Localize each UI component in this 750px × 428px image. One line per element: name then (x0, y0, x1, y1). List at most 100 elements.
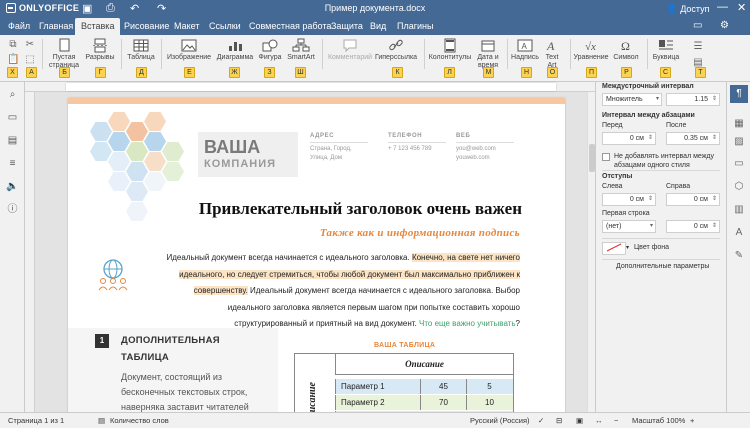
chat-icon[interactable]: ▤ (6, 134, 19, 147)
tab-home[interactable]: Главная (33, 18, 79, 35)
fit-page-icon[interactable]: ▣ (576, 416, 583, 425)
paragraph-text: ? (515, 319, 520, 328)
spacing-after-input[interactable]: 0.35 см ⇕ (666, 132, 720, 145)
fit-width-icon[interactable]: ↔ (595, 416, 603, 425)
paragraph-settings-icon[interactable]: ¶ (730, 85, 748, 103)
minimize-icon[interactable]: — (717, 1, 728, 13)
textbox-label: Надпись (511, 54, 539, 61)
chart-settings-icon[interactable]: ▥ (730, 201, 748, 219)
menu-bar: Файл Главная Вставка Рисование Макет Ссы… (0, 18, 750, 35)
image-settings-icon[interactable]: ▨ (730, 133, 748, 151)
tab-references[interactable]: Ссылки (203, 18, 247, 35)
document-canvas[interactable]: ВАША КОМПАНИЯ АДРЕС Страна, Город, Улица… (35, 92, 595, 412)
shape-button[interactable]: Фигура (256, 38, 284, 62)
hint-badge: Г (95, 67, 106, 78)
vertical-scrollbar[interactable] (587, 92, 595, 412)
cut-icon[interactable]: ✂ (24, 39, 36, 51)
search-icon[interactable]: ⌕ (6, 88, 19, 101)
blank-page-button[interactable]: Пустая страница (47, 38, 81, 70)
svg-text:A: A (522, 42, 528, 51)
dropcap-label: Буквица (652, 54, 680, 61)
copy-icon[interactable]: ⧉ (7, 39, 19, 51)
textart-settings-icon[interactable]: A (730, 224, 748, 242)
smartart-button[interactable]: SmartArt (286, 38, 316, 62)
phone-value: + 7 123 456 789 (388, 146, 432, 152)
table-button[interactable]: Таблица (126, 38, 156, 62)
vertical-ruler[interactable] (25, 92, 35, 412)
tab-collaboration[interactable]: Совместная работа (243, 18, 337, 35)
track-changes-icon[interactable]: ⊟ (556, 416, 562, 425)
settings-icon[interactable]: ⚙ (720, 20, 729, 31)
navigation-icon[interactable]: ≡ (6, 157, 19, 170)
hyperlink-button[interactable]: Гиперссылка (373, 38, 419, 62)
table-row[interactable]: Параметр 2 70 10 (335, 395, 513, 410)
right-indent-label: Справа (666, 183, 691, 190)
symbol-button[interactable]: Ω Символ (611, 38, 641, 62)
textart-button[interactable]: A Text Art (541, 38, 563, 70)
tab-layout[interactable]: Макет (168, 18, 205, 35)
data-table[interactable]: Описание Описание Параметр 1 45 5 Параме… (294, 353, 514, 412)
left-indent-label: Слева (602, 183, 623, 190)
header-footer-settings-icon[interactable]: ▭ (730, 155, 748, 173)
share-button[interactable]: 👤 Доступ (666, 3, 710, 14)
word-count-icon[interactable]: ▤ (98, 416, 105, 425)
table-row[interactable]: Параметр 1 45 5 (335, 379, 513, 394)
language-select[interactable]: Русский (Россия) (470, 416, 530, 425)
breaks-label: Разрывы (85, 54, 115, 61)
spacing-before-input[interactable]: 0 см ⇕ (602, 132, 656, 145)
indents-heading: Отступы (602, 173, 633, 180)
tab-view[interactable]: Вид (364, 18, 392, 35)
first-line-select[interactable]: (нет) ▾ (602, 220, 656, 233)
table-title: ВАША ТАБЛИЦА (374, 342, 436, 349)
chevron-down-icon[interactable]: ▾ (626, 244, 629, 251)
tab-file[interactable]: Файл (2, 18, 36, 35)
comment-icon (343, 39, 357, 53)
speaker-icon[interactable]: 🔈 (6, 180, 19, 193)
datetime-button[interactable]: Дата и время (474, 38, 502, 70)
zoom-out-icon[interactable]: − (614, 416, 618, 425)
web-block: ВЕБ you@web.com youweb.com (456, 132, 514, 163)
spellcheck-icon[interactable]: ✓ (538, 416, 544, 425)
zoom-in-icon[interactable]: + (690, 416, 694, 425)
page-counter[interactable]: Страница 1 из 1 (8, 416, 64, 425)
tab-draw[interactable]: Рисование (118, 18, 175, 35)
company-header: ВАША КОМПАНИЯ АДРЕС Страна, Город, Улица… (198, 132, 528, 177)
word-count-label[interactable]: Количество слов (110, 416, 169, 425)
document-title: Пример документа.docx (324, 3, 426, 13)
document-subheadline: Также как и информационная подпись (319, 227, 520, 239)
info-icon[interactable]: ⓘ (6, 203, 19, 216)
header-footer-label: Колонтитулы (428, 54, 472, 61)
first-line-input[interactable]: 0 см ⇕ (666, 220, 720, 233)
right-tabs: ¶ ▦ ▨ ▭ ⬡ ▥ A ✎ (726, 82, 750, 412)
no-interval-checkbox[interactable] (602, 153, 610, 161)
right-indent-input[interactable]: 0 см ⇕ (666, 193, 720, 206)
line-spacing-value[interactable]: 1.15 ⇕ (666, 93, 720, 106)
select-all-icon[interactable]: ⬚ (24, 54, 36, 66)
comments-icon[interactable]: ▭ (693, 20, 702, 31)
paste-icon[interactable]: 📋 (7, 54, 19, 66)
section-number: 1 (95, 334, 109, 348)
comments-icon[interactable]: ▭ (6, 111, 19, 124)
close-icon[interactable]: ✕ (737, 1, 746, 14)
horizontal-ruler[interactable] (25, 82, 595, 92)
chart-button[interactable]: Диаграмма (215, 38, 255, 62)
header-footer-button[interactable]: Колонтитулы (428, 38, 472, 62)
tab-insert[interactable]: Вставка (75, 18, 121, 35)
shape-settings-icon[interactable]: ⬡ (730, 178, 748, 196)
equation-button[interactable]: √x Уравнение (573, 38, 609, 62)
comment-button[interactable]: Комментарий (326, 38, 374, 62)
signature-settings-icon[interactable]: ✎ (730, 247, 748, 265)
tab-protection[interactable]: Защита (325, 18, 369, 35)
left-indent-input[interactable]: 0 см ⇕ (602, 193, 656, 206)
breaks-button[interactable]: Разрывы (84, 38, 116, 62)
line-spacing-mode-select[interactable]: Множитель ▾ (602, 93, 662, 106)
textbox-button[interactable]: A Надпись (510, 38, 540, 62)
text-direction-icon[interactable]: ☰ (692, 41, 704, 53)
advanced-settings-link[interactable]: Дополнительные параметры (616, 263, 709, 270)
image-button[interactable]: Изображение (166, 38, 212, 62)
table-settings-icon[interactable]: ▦ (730, 115, 748, 133)
tab-plugins[interactable]: Плагины (391, 18, 439, 35)
dropcap-button[interactable]: Буквица (651, 38, 681, 62)
document-page[interactable]: ВАША КОМПАНИЯ АДРЕС Страна, Город, Улица… (68, 98, 565, 412)
background-color-picker[interactable] (602, 242, 626, 255)
